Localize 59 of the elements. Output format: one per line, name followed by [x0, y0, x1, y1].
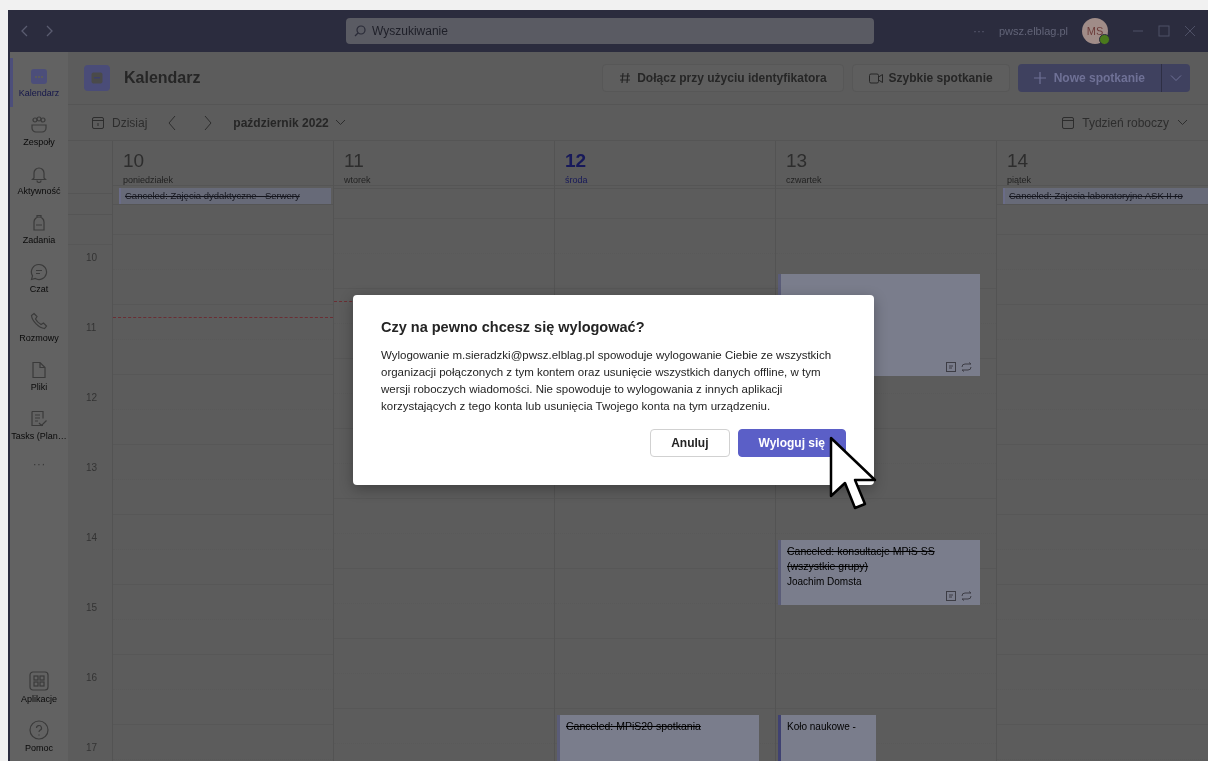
day-name: środa	[565, 175, 588, 185]
day-name: czwartek	[786, 175, 822, 185]
bell-icon	[30, 165, 48, 183]
event-organizer: Joachim Domsta	[787, 575, 863, 587]
calendar-view-icon	[1062, 116, 1075, 129]
checklist-icon	[30, 410, 48, 428]
dialog-message: Wylogowanie m.sieradzki@pwsz.elblag.pl spowoduje wylogowanie Ciebie ze wszystkich organizacji połączonych z tym kontem oraz usunięcie wszystkich danych offline, w tym wersji roboczych wiadomości. Nie spowoduje to wylogowania z innych aplikacji korzystających z tego konta lub usunięcia Twojego konta na tym urządzeniu.	[381, 348, 833, 414]
search-field[interactable]: Wyszukiwanie	[346, 18, 874, 44]
sidebar-item[interactable]: Zadania	[10, 205, 68, 254]
chevron-down-icon	[334, 119, 346, 126]
meet-now-button[interactable]: Szybkie spotkanie	[851, 64, 1010, 92]
chevron-down-icon	[1170, 74, 1182, 82]
people-icon	[29, 116, 49, 134]
sidebar-item[interactable]: Pliki	[10, 352, 68, 401]
event-title: Canceled: konsultacje MPiS SS (wszystkie grupy)	[787, 543, 936, 574]
file-icon	[31, 361, 47, 379]
chat-icon	[30, 263, 48, 281]
next-week-icon[interactable]	[203, 114, 214, 131]
sidebar-item[interactable]: Pomoc	[10, 712, 68, 761]
event-title: Koło naukowe -	[787, 719, 857, 734]
help-icon	[29, 720, 49, 740]
calendar-icon	[84, 65, 110, 91]
event-card[interactable]: Canceled: MPiS20 spotkania	[557, 714, 759, 761]
plus-icon	[1033, 72, 1046, 84]
chevron-down-icon	[1177, 119, 1188, 126]
cancel-button[interactable]: Anuluj	[650, 429, 730, 457]
sidebar-item[interactable]: Tasks (Plan…	[10, 401, 68, 450]
calendar-icon	[30, 67, 48, 85]
hash-icon	[619, 72, 632, 84]
event-card[interactable]: Koło naukowe -	[778, 714, 876, 761]
previous-week-icon[interactable]	[167, 114, 178, 131]
dialog-title: Czy na pewno chcesz się wylogować?	[381, 319, 646, 335]
calendar-icon	[92, 116, 104, 129]
video-camera-icon	[868, 72, 883, 84]
join-with-id-button[interactable]: Dołącz przy użyciu identyfikatora	[602, 64, 844, 92]
more-options-button[interactable]: ···	[972, 24, 985, 38]
phone-icon	[30, 312, 48, 330]
more-apps-button[interactable]: ···	[32, 456, 46, 471]
sidebar-item[interactable]: Czat	[10, 254, 68, 303]
event-title: Canceled: MPiS20 spotkania	[566, 718, 702, 734]
close-icon[interactable]	[1184, 25, 1196, 37]
organization-name[interactable]: pwsz.elblag.pl	[998, 25, 1068, 37]
back-icon[interactable]	[20, 24, 30, 38]
all-day-event[interactable]: Canceled: Zajecia laboratoryjne ASK II ro	[1003, 188, 1208, 204]
new-meeting-dropdown[interactable]	[1162, 64, 1190, 92]
day-number: 12	[565, 150, 587, 172]
sidebar-item[interactable]: Kalendarz	[10, 58, 68, 107]
sidebar-item[interactable]: Aplikacje	[10, 663, 68, 712]
status-dot	[1099, 34, 1110, 45]
event-card[interactable]: Canceled: konsultacje MPiS SS (wszystkie grupy) Joachim Domsta	[778, 539, 980, 606]
apps-grid-icon	[29, 671, 49, 691]
sidebar-item[interactable]: Rozmowy	[10, 303, 68, 352]
sidebar-item[interactable]: Zespoły	[10, 107, 68, 156]
search-icon	[354, 25, 366, 37]
all-day-event[interactable]: Canceled: Zajęcia dydaktyczne - Serwery	[119, 188, 331, 204]
sidebar-item[interactable]: Aktywność	[10, 156, 68, 205]
maximize-icon[interactable]	[1158, 25, 1170, 37]
avatar[interactable]: MS	[1082, 18, 1108, 44]
forward-icon[interactable]	[44, 24, 54, 38]
